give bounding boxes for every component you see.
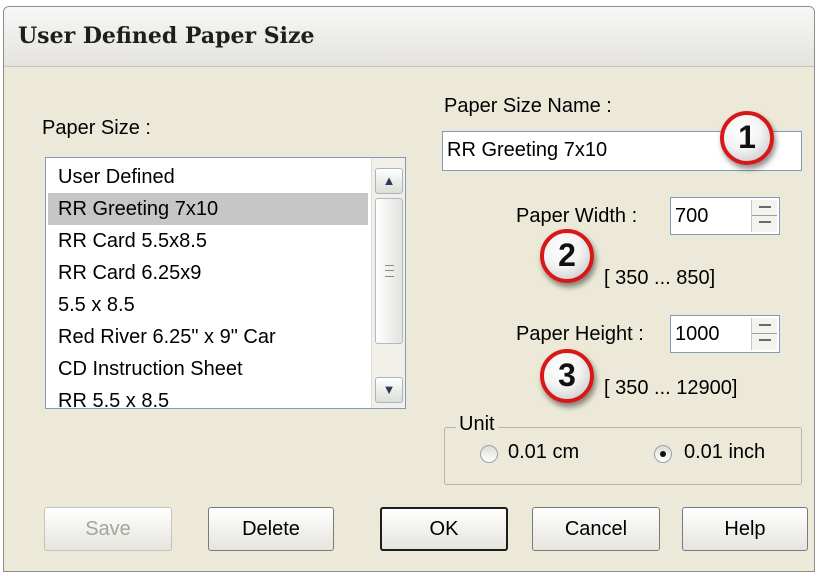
paper-height-spin-buttons[interactable] bbox=[751, 318, 777, 350]
callout-badge-1: 1 bbox=[720, 111, 774, 165]
list-item[interactable]: RR 5.5 x 8.5 bbox=[48, 385, 368, 408]
user-defined-paper-size-dialog: User Defined Paper Size Paper Size : Use… bbox=[3, 6, 815, 572]
list-item[interactable]: 5.5 x 8.5 bbox=[48, 289, 368, 321]
grip-icon bbox=[385, 265, 394, 277]
paper-size-listbox[interactable]: User Defined RR Greeting 7x10 RR Card 5.… bbox=[45, 157, 406, 409]
unit-cm-radio[interactable] bbox=[480, 445, 498, 463]
paper-size-name-label: Paper Size Name : bbox=[444, 95, 612, 117]
paper-width-spin-buttons[interactable] bbox=[751, 200, 777, 232]
spin-up-icon bbox=[759, 206, 771, 208]
unit-group-label: Unit bbox=[456, 413, 498, 436]
scroll-up-arrow-icon[interactable]: ▲ bbox=[375, 168, 403, 194]
list-item[interactable]: RR Card 6.25x9 bbox=[48, 257, 368, 289]
list-item-selected[interactable]: RR Greeting 7x10 bbox=[48, 193, 368, 225]
list-item[interactable]: CD Instruction Sheet bbox=[48, 353, 368, 385]
unit-cm-label[interactable]: 0.01 cm bbox=[508, 441, 579, 464]
dialog-title: User Defined Paper Size bbox=[18, 23, 315, 49]
spin-down-button[interactable] bbox=[752, 216, 777, 232]
delete-button[interactable]: Delete bbox=[208, 507, 334, 551]
paper-height-spinbox[interactable]: 1000 bbox=[670, 315, 780, 353]
ok-button[interactable]: OK bbox=[380, 507, 508, 551]
spin-down-icon bbox=[759, 221, 771, 223]
vertical-scrollbar[interactable]: ▲ ▼ bbox=[371, 158, 405, 408]
title-bar[interactable]: User Defined Paper Size bbox=[4, 7, 814, 67]
spin-up-button[interactable] bbox=[752, 318, 777, 334]
paper-width-range: [ 350 ... 850] bbox=[604, 267, 716, 289]
paper-size-list: User Defined RR Greeting 7x10 RR Card 5.… bbox=[48, 161, 368, 408]
cancel-button[interactable]: Cancel bbox=[532, 507, 660, 551]
paper-height-range: [ 350 ... 12900] bbox=[604, 377, 738, 399]
paper-height-value: 1000 bbox=[675, 323, 720, 345]
unit-inch-radio[interactable] bbox=[654, 445, 672, 463]
spin-down-icon bbox=[759, 339, 771, 341]
spin-up-button[interactable] bbox=[752, 200, 777, 216]
scrollbar-thumb[interactable] bbox=[375, 198, 403, 344]
spin-up-icon bbox=[759, 324, 771, 326]
paper-width-spinbox[interactable]: 700 bbox=[670, 197, 780, 235]
callout-badge-3: 3 bbox=[540, 349, 594, 403]
paper-size-label: Paper Size : bbox=[42, 117, 151, 139]
paper-width-value: 700 bbox=[675, 205, 709, 227]
spin-down-button[interactable] bbox=[752, 334, 777, 350]
unit-inch-label[interactable]: 0.01 inch bbox=[684, 441, 765, 464]
list-item[interactable]: RR Card 5.5x8.5 bbox=[48, 225, 368, 257]
list-item[interactable]: Red River 6.25" x 9" Car bbox=[48, 321, 368, 353]
paper-width-label: Paper Width : bbox=[516, 205, 638, 227]
radio-checked-dot bbox=[660, 451, 666, 457]
paper-height-label: Paper Height : bbox=[516, 323, 644, 345]
save-button[interactable]: Save bbox=[44, 507, 172, 551]
scroll-down-arrow-icon[interactable]: ▼ bbox=[375, 377, 403, 403]
callout-badge-2: 2 bbox=[540, 229, 594, 283]
help-button[interactable]: Help bbox=[682, 507, 808, 551]
list-item[interactable]: User Defined bbox=[48, 161, 368, 193]
